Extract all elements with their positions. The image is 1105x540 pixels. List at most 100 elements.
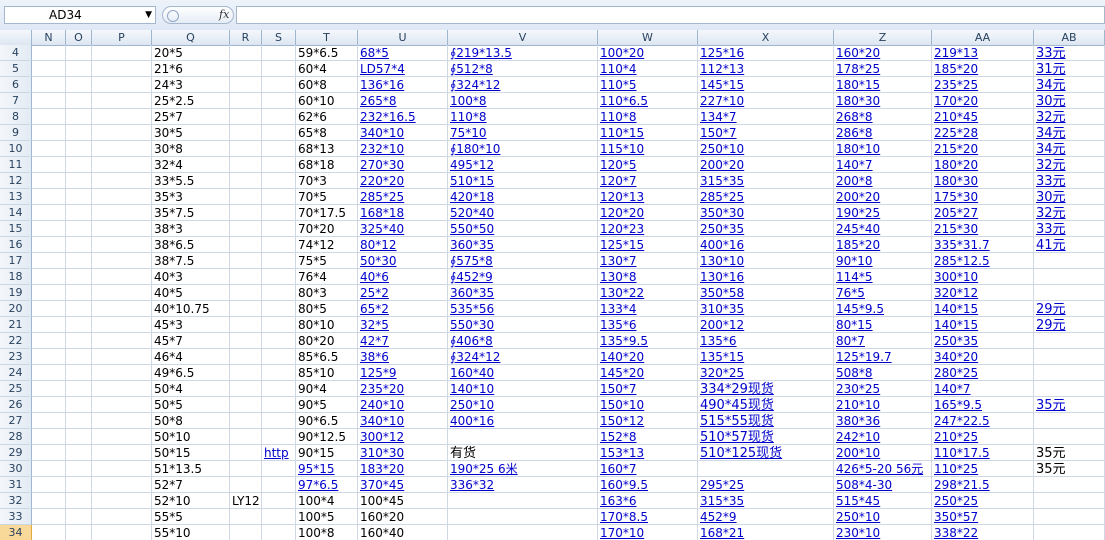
cell-z[interactable]: 178*25 <box>834 61 932 77</box>
cell-hyperlink[interactable]: 190*25 <box>836 206 880 220</box>
cell-hyperlink[interactable]: 168*21 <box>700 526 744 540</box>
cell-hyperlink[interactable]: ∮452*9 <box>450 270 493 284</box>
cell-o[interactable] <box>66 301 92 317</box>
cell-w[interactable]: 110*8 <box>598 109 698 125</box>
cell-hyperlink[interactable]: 140*20 <box>600 350 644 364</box>
cell-z[interactable]: 268*8 <box>834 109 932 125</box>
row-header[interactable]: 18 <box>0 269 32 285</box>
cell-v[interactable]: ∮406*8 <box>448 333 598 349</box>
cell-u[interactable]: 42*7 <box>358 333 448 349</box>
cell-x[interactable]: 135*15 <box>698 349 834 365</box>
cell-t[interactable]: 100*5 <box>296 509 358 525</box>
cell-hyperlink[interactable]: 490*45现货 <box>700 398 774 413</box>
cell-hyperlink[interactable]: 295*25 <box>700 478 744 492</box>
cell-p[interactable] <box>92 125 152 141</box>
cell-hyperlink[interactable]: 152*8 <box>600 430 637 444</box>
cell-n[interactable] <box>32 157 66 173</box>
select-all-corner[interactable] <box>0 30 32 45</box>
cell-w[interactable]: 145*20 <box>598 365 698 381</box>
cell-q[interactable]: 38*3 <box>152 221 230 237</box>
cell-hyperlink[interactable]: 114*5 <box>836 270 873 284</box>
cell-u[interactable]: 100*45 <box>358 493 448 509</box>
cell-aa[interactable]: 250*25 <box>932 493 1034 509</box>
cell-u[interactable]: 68*5 <box>358 45 448 61</box>
cell-x[interactable]: 200*12 <box>698 317 834 333</box>
cell-t[interactable]: 90*5 <box>296 397 358 413</box>
cell-hyperlink[interactable]: 140*10 <box>450 382 494 396</box>
cell-w[interactable]: 160*7 <box>598 461 698 477</box>
cell-p[interactable] <box>92 189 152 205</box>
cell-v[interactable]: ∮512*8 <box>448 61 598 77</box>
cell-hyperlink[interactable]: 338*22 <box>934 526 978 540</box>
cell-ab[interactable] <box>1034 477 1105 493</box>
cell-ab[interactable]: 32元 <box>1034 157 1105 173</box>
row-header[interactable]: 5 <box>0 61 32 77</box>
cell-hyperlink[interactable]: 300*10 <box>934 270 978 284</box>
cell-o[interactable] <box>66 189 92 205</box>
cell-r[interactable] <box>230 125 262 141</box>
cell-hyperlink[interactable]: 38*6 <box>360 350 389 364</box>
cell-hyperlink[interactable]: 80*12 <box>360 238 397 252</box>
row-header[interactable]: 27 <box>0 413 32 429</box>
cell-aa[interactable]: 175*30 <box>932 189 1034 205</box>
cell-w[interactable]: 120*7 <box>598 173 698 189</box>
cell-r[interactable]: LY12 <box>230 493 262 509</box>
cell-p[interactable] <box>92 205 152 221</box>
cell-p[interactable] <box>92 493 152 509</box>
cell-hyperlink[interactable]: 32元 <box>1036 110 1066 125</box>
cell-w[interactable]: 120*13 <box>598 189 698 205</box>
cell-x[interactable]: 250*35 <box>698 221 834 237</box>
cell-t[interactable]: 85*10 <box>296 365 358 381</box>
cell-t[interactable]: 65*8 <box>296 125 358 141</box>
cell-hyperlink[interactable]: 95*15 <box>298 462 335 476</box>
cell-q[interactable]: 21*6 <box>152 61 230 77</box>
cell-p[interactable] <box>92 381 152 397</box>
cell-t[interactable]: 70*5 <box>296 189 358 205</box>
cell-s[interactable] <box>262 397 296 413</box>
row-header[interactable]: 21 <box>0 317 32 333</box>
cell-t[interactable]: 80*10 <box>296 317 358 333</box>
cell-r[interactable] <box>230 189 262 205</box>
cell-w[interactable]: 170*8.5 <box>598 509 698 525</box>
cell-aa[interactable]: 225*28 <box>932 125 1034 141</box>
cell-z[interactable]: 180*15 <box>834 77 932 93</box>
cell-z[interactable]: 140*7 <box>834 157 932 173</box>
cell-ab[interactable] <box>1034 269 1105 285</box>
cell-ab[interactable]: 34元 <box>1034 141 1105 157</box>
cell-hyperlink[interactable]: 120*13 <box>600 190 644 204</box>
cell-u[interactable]: 325*40 <box>358 221 448 237</box>
cell-hyperlink[interactable]: 426*5-20 56元 <box>836 462 923 476</box>
cell-aa[interactable]: 215*30 <box>932 221 1034 237</box>
cell-t[interactable]: 59*6.5 <box>296 45 358 61</box>
cell-o[interactable] <box>66 157 92 173</box>
cell-z[interactable]: 125*19.7 <box>834 349 932 365</box>
cell-p[interactable] <box>92 301 152 317</box>
cell-hyperlink[interactable]: 265*8 <box>360 94 397 108</box>
cell-t[interactable]: 60*10 <box>296 93 358 109</box>
cell-hyperlink[interactable]: 185*20 <box>934 62 978 76</box>
cell-u[interactable]: 285*25 <box>358 189 448 205</box>
cell-hyperlink[interactable]: 235*25 <box>934 78 978 92</box>
cell-hyperlink[interactable]: 220*20 <box>360 174 404 188</box>
column-header-s[interactable]: S <box>262 30 296 45</box>
cell-ab[interactable]: 29元 <box>1034 317 1105 333</box>
row-header[interactable]: 28 <box>0 429 32 445</box>
cell-q[interactable]: 25*2.5 <box>152 93 230 109</box>
cell-u[interactable]: 370*45 <box>358 477 448 493</box>
cell-s[interactable] <box>262 269 296 285</box>
cell-hyperlink[interactable]: 65*2 <box>360 302 389 316</box>
cell-hyperlink[interactable]: 125*15 <box>600 238 644 252</box>
cell-hyperlink[interactable]: 175*30 <box>934 190 978 204</box>
cell-aa[interactable]: 219*13 <box>932 45 1034 61</box>
row-header[interactable]: 17 <box>0 253 32 269</box>
row-header[interactable]: 29 <box>0 445 32 461</box>
cell-ab[interactable] <box>1034 253 1105 269</box>
cell-u[interactable]: 80*12 <box>358 237 448 253</box>
row-header[interactable]: 6 <box>0 77 32 93</box>
cell-q[interactable]: 20*5 <box>152 45 230 61</box>
cell-w[interactable]: 130*7 <box>598 253 698 269</box>
cell-hyperlink[interactable]: 247*22.5 <box>934 414 990 428</box>
cell-hyperlink[interactable]: 350*58 <box>700 286 744 300</box>
cell-o[interactable] <box>66 77 92 93</box>
cell-x[interactable]: 200*20 <box>698 157 834 173</box>
